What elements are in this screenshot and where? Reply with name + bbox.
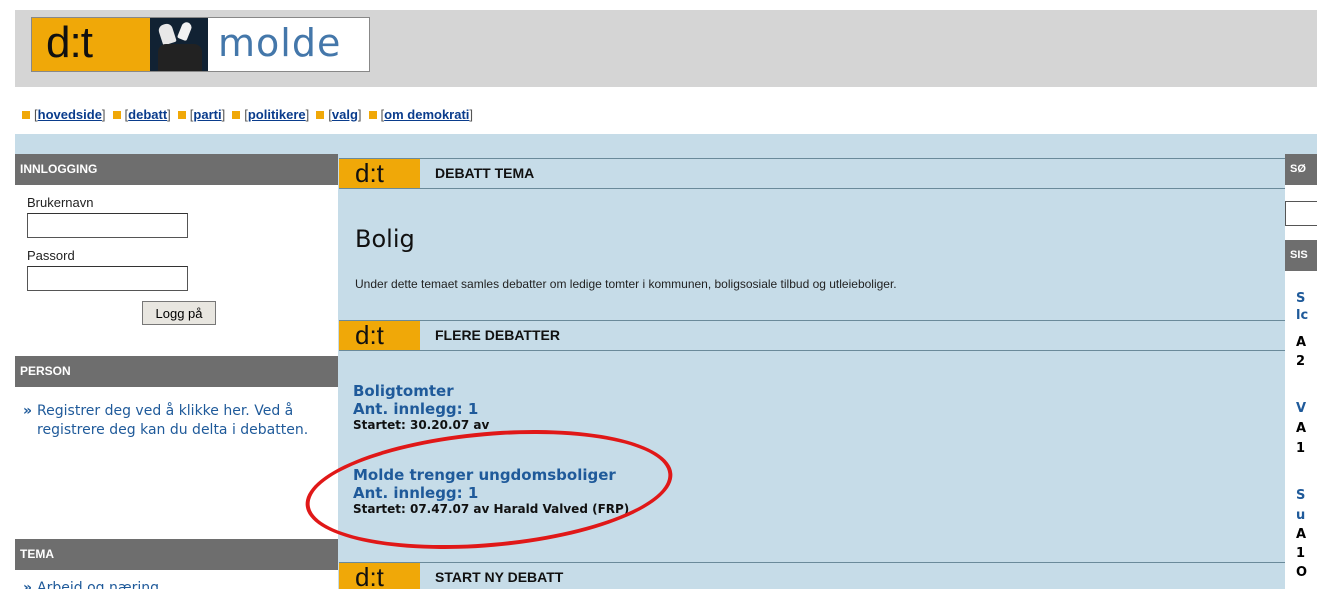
debate-item[interactable]: Boligtomter Ant. innlegg: 1 Startet: 30.…: [353, 382, 489, 432]
nav-bullet: [316, 110, 325, 119]
search-input[interactable]: [1285, 201, 1317, 226]
nav-link[interactable]: politikere: [248, 107, 306, 122]
nav-link[interactable]: om demokrati: [384, 107, 469, 122]
nav-link[interactable]: debatt: [128, 107, 167, 122]
section-title: FLERE DEBATTER: [435, 327, 560, 343]
register-text[interactable]: Registrer deg ved å klikke her. Ved å re…: [37, 402, 338, 440]
debate-title[interactable]: Boligtomter: [353, 382, 489, 400]
login-form: Brukernavn Passord Logg på: [15, 185, 338, 356]
tema-header: TEMA: [15, 539, 338, 570]
nav-bullet: [232, 110, 241, 119]
dt-mark: d:t: [339, 159, 420, 188]
site-header: d:t molde: [15, 10, 1317, 87]
theme-description: Under dette temaet samles debatter om le…: [355, 277, 897, 291]
logo-image: [150, 18, 208, 71]
nav-item-parti[interactable]: [parti]: [177, 107, 225, 122]
login-button[interactable]: Logg på: [142, 301, 216, 325]
nav-bullet: [368, 110, 377, 119]
recent-fragment: 2: [1296, 354, 1306, 369]
username-field[interactable]: [27, 213, 188, 238]
logo-name: molde: [218, 21, 342, 65]
person-box: » Registrer deg ved å klikke her. Ved å …: [15, 387, 338, 539]
search-header: SØ: [1285, 154, 1317, 185]
site-logo[interactable]: d:t molde: [31, 17, 370, 72]
recent-fragment: A: [1296, 335, 1307, 350]
nav-item-valg[interactable]: [valg]: [316, 107, 362, 122]
debatt-tema-header: d:t DEBATT TEMA: [339, 158, 1285, 189]
dt-mark: d:t: [339, 321, 420, 350]
recent-fragment: A: [1296, 527, 1307, 542]
right-sidebar: SØ SIS S lc A 2 V A 1 S u A 1 O: [1285, 154, 1317, 589]
recent-header: SIS: [1285, 240, 1317, 271]
section-title[interactable]: START NY DEBATT: [435, 563, 563, 589]
logo-mark: d:t: [32, 18, 150, 71]
recent-fragment[interactable]: lc: [1296, 307, 1308, 324]
nav-item-debatt[interactable]: [debatt]: [112, 107, 171, 122]
password-label: Passord: [27, 248, 75, 263]
recent-fragment[interactable]: V: [1296, 400, 1306, 417]
nav-bullet: [22, 110, 30, 119]
register-link[interactable]: » Registrer deg ved å klikke her. Ved å …: [23, 402, 338, 440]
recent-fragment: 1: [1296, 441, 1306, 456]
double-chevron-icon: »: [23, 580, 33, 589]
password-field[interactable]: [27, 266, 188, 291]
recent-fragment: O: [1296, 565, 1308, 580]
login-header: INNLOGGING: [15, 154, 338, 185]
nav-item-politikere[interactable]: [politikere]: [232, 107, 309, 122]
recent-fragment: 1: [1296, 546, 1306, 561]
recent-fragment[interactable]: S: [1296, 487, 1305, 504]
username-label: Brukernavn: [27, 195, 94, 210]
figure-icon: [158, 44, 202, 71]
theme-title: Bolig: [355, 225, 415, 253]
recent-fragment[interactable]: S: [1296, 290, 1305, 307]
start-ny-debatt-header[interactable]: d:t START NY DEBATT: [339, 562, 1285, 589]
nav-link[interactable]: valg: [332, 107, 358, 122]
nav-link[interactable]: parti: [193, 107, 221, 122]
double-chevron-icon: »: [23, 403, 33, 419]
left-sidebar: INNLOGGING Brukernavn Passord Logg på PE…: [15, 154, 338, 589]
hand-icon-2: [176, 20, 194, 42]
debate-count[interactable]: Ant. innlegg: 1: [353, 400, 489, 418]
recent-fragment[interactable]: u: [1296, 507, 1305, 524]
debate-meta: Startet: 30.20.07 av: [353, 418, 490, 432]
main-nav: [hovedside] [debatt] [parti] [politikere…: [22, 107, 480, 122]
tema-list: » Arbeid og næring: [15, 570, 338, 589]
tema-item[interactable]: » Arbeid og næring: [23, 580, 338, 589]
nav-link[interactable]: hovedside: [38, 107, 102, 122]
nav-item-hovedside[interactable]: [hovedside]: [22, 107, 106, 122]
recent-fragment: A: [1296, 421, 1307, 436]
flere-debatter-header: d:t FLERE DEBATTER: [339, 320, 1285, 351]
dt-mark: d:t: [339, 563, 420, 589]
hand-icon: [157, 22, 177, 46]
nav-item-om-demokrati[interactable]: [om demokrati]: [368, 107, 473, 122]
person-header: PERSON: [15, 356, 338, 387]
nav-bullet: [112, 110, 121, 119]
nav-bullet: [177, 110, 186, 119]
tema-item-label[interactable]: Arbeid og næring: [37, 580, 159, 589]
section-title: DEBATT TEMA: [435, 165, 535, 181]
